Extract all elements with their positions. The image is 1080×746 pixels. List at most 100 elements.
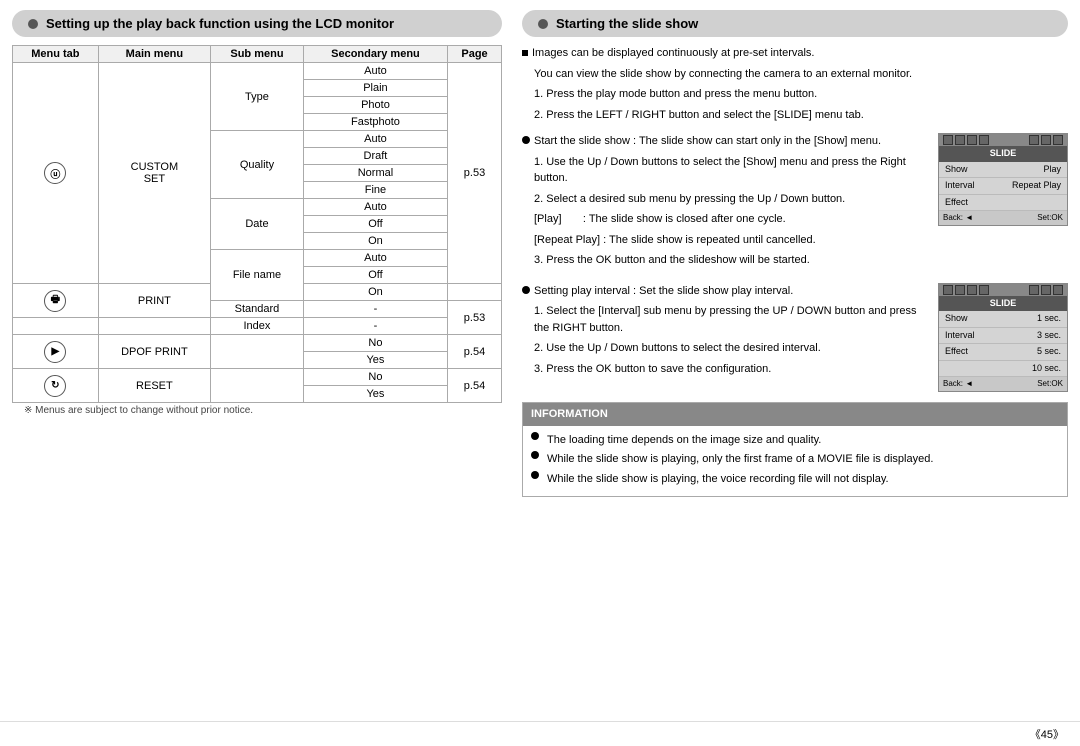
interval-step-3: 3. Press the OK button to save the confi… bbox=[522, 361, 930, 378]
ui-icon-img2 bbox=[967, 285, 977, 295]
right-header-bullet bbox=[538, 19, 548, 29]
slide-row-effect-2: Effect 5 sec. bbox=[939, 344, 1067, 361]
section-start-row: Start the slide show : The slide show ca… bbox=[522, 133, 1068, 273]
table-row: Index - bbox=[13, 318, 502, 335]
information-body: The loading time depends on the image si… bbox=[523, 426, 1067, 497]
col-sub-menu: Sub menu bbox=[211, 46, 304, 63]
info-bullet-1 bbox=[531, 432, 539, 440]
start-step-1: 1. Use the Up / Down buttons to select t… bbox=[522, 154, 930, 187]
circle-bullet-2 bbox=[522, 286, 530, 294]
col-secondary-menu: Secondary menu bbox=[303, 46, 447, 63]
col-main-menu: Main menu bbox=[98, 46, 210, 63]
ui-icon-prev2 bbox=[1029, 285, 1039, 295]
page-print: p.53 bbox=[448, 301, 502, 335]
square-bullet-1 bbox=[522, 50, 528, 56]
left-header-bullet bbox=[28, 19, 38, 29]
ui-icon-play bbox=[1041, 135, 1051, 145]
secondary-auto-1: Auto bbox=[303, 63, 447, 80]
menu-table: Menu tab Main menu Sub menu Secondary me… bbox=[12, 45, 502, 403]
main-custom: CUSTOMSET bbox=[98, 63, 210, 284]
ui-icon-img bbox=[967, 135, 977, 145]
ui-icon-spk bbox=[979, 135, 989, 145]
secondary-auto-2: Auto bbox=[303, 131, 447, 148]
slide-value-interval-1: Repeat Play bbox=[1012, 179, 1061, 193]
intro-line-1: Images can be displayed continuously at … bbox=[522, 45, 1068, 62]
secondary-yes-1: Yes bbox=[303, 352, 447, 369]
intro-line-2: You can view the slide show by connectin… bbox=[522, 66, 1068, 83]
secondary-auto-3: Auto bbox=[303, 199, 447, 216]
secondary-no-1: No bbox=[303, 335, 447, 352]
start-repeat-desc: [Repeat Play] : The slide show is repeat… bbox=[522, 232, 930, 249]
dpof-icon: ▶ bbox=[44, 341, 66, 363]
icon-cell-dpof: ▶ bbox=[13, 335, 99, 369]
intro-step-1: 1. Press the play mode button and press … bbox=[522, 86, 1068, 103]
icon-cell-print: 🖶 bbox=[13, 284, 99, 318]
slide-row-effect-1: Effect bbox=[939, 195, 1067, 212]
slide-ui-1: SLIDE Show Play Interval Repeat Play bbox=[938, 133, 1068, 226]
secondary-no-2: No bbox=[303, 369, 447, 386]
secondary-yes-2: Yes bbox=[303, 386, 447, 403]
main-reset: RESET bbox=[98, 369, 210, 403]
page-footer: 《45》 bbox=[0, 721, 1080, 746]
slide-ok-2: Set:OK bbox=[1037, 378, 1063, 390]
secondary-draft: Draft bbox=[303, 148, 447, 165]
slide-ui-1-title: SLIDE bbox=[939, 146, 1067, 162]
sub-type: Type bbox=[211, 63, 304, 131]
start-step-3: 3. Press the OK button and the slideshow… bbox=[522, 252, 930, 269]
slide-value-show-2: 1 sec. bbox=[1037, 312, 1061, 326]
slide-ui-1-footer: Back: ◄ Set:OK bbox=[939, 211, 1067, 225]
information-title: INFORMATION bbox=[523, 403, 1067, 426]
sub-index: Index bbox=[211, 318, 304, 335]
info-text-1: The loading time depends on the image si… bbox=[547, 432, 821, 450]
secondary-on-2: On bbox=[303, 284, 447, 301]
ui-icon-spk2 bbox=[979, 285, 989, 295]
col-menu-tab: Menu tab bbox=[13, 46, 99, 63]
secondary-on-1: On bbox=[303, 233, 447, 250]
sub-standard: Standard bbox=[211, 301, 304, 318]
info-item-1: The loading time depends on the image si… bbox=[531, 432, 1059, 450]
secondary-fastphoto: Fastphoto bbox=[303, 114, 447, 131]
left-panel: Setting up the play back function using … bbox=[12, 10, 502, 711]
ui-icon-vid bbox=[955, 135, 965, 145]
main-print: PRINT bbox=[98, 284, 210, 318]
section-interval-text: Setting play interval : Set the slide sh… bbox=[522, 283, 930, 382]
page-empty-1 bbox=[448, 284, 502, 301]
sub-quality: Quality bbox=[211, 131, 304, 199]
ui-icon-prev bbox=[1029, 135, 1039, 145]
slide-row-interval-1: Interval Repeat Play bbox=[939, 178, 1067, 195]
slide-ui-1-icons bbox=[943, 135, 989, 145]
slide-back-2: Back: ◄ bbox=[943, 378, 973, 390]
slide-ui-2-body: Show 1 sec. Interval 3 sec. Effect 5 sec… bbox=[939, 311, 1067, 377]
info-text-3: While the slide show is playing, the voi… bbox=[547, 471, 889, 489]
icon-cell-reset: ↻ bbox=[13, 369, 99, 403]
section-start: Start the slide show : The slide show ca… bbox=[522, 133, 1068, 273]
info-text-2: While the slide show is playing, only th… bbox=[547, 451, 933, 469]
slide-value-effect-2: 5 sec. bbox=[1037, 345, 1061, 359]
ui-icon-vid2 bbox=[955, 285, 965, 295]
slide-value-show-1: Play bbox=[1043, 163, 1061, 177]
secondary-dash-2: - bbox=[303, 318, 447, 335]
secondary-plain: Plain bbox=[303, 80, 447, 97]
secondary-auto-4: Auto bbox=[303, 250, 447, 267]
information-box: INFORMATION The loading time depends on … bbox=[522, 402, 1068, 497]
slide-label-effect-2: Effect bbox=[945, 345, 968, 359]
slide-back-1: Back: ◄ bbox=[943, 212, 973, 224]
section-interval: Setting play interval : Set the slide sh… bbox=[522, 283, 1068, 393]
secondary-normal: Normal bbox=[303, 165, 447, 182]
main-dpof: DPOF PRINT bbox=[98, 335, 210, 369]
ui-icon-cam bbox=[943, 135, 953, 145]
interval-intro: Setting play interval : Set the slide sh… bbox=[522, 283, 930, 300]
table-row: ▶ DPOF PRINT No p.54 bbox=[13, 335, 502, 352]
footnote: ※ Menus are subject to change without pr… bbox=[12, 403, 502, 418]
slide-ui-2-nav bbox=[1029, 285, 1063, 295]
icon-cell-print2 bbox=[13, 318, 99, 335]
slide-label-show-2: Show bbox=[945, 312, 968, 326]
custom-icon: ⓤ bbox=[44, 162, 66, 184]
right-section-header: Starting the slide show bbox=[522, 10, 1068, 37]
slide-row-interval-2: Interval 3 sec. bbox=[939, 328, 1067, 345]
info-bullet-2 bbox=[531, 451, 539, 459]
page-dpof: p.54 bbox=[448, 335, 502, 369]
ui-icon-play2 bbox=[1041, 285, 1051, 295]
secondary-photo: Photo bbox=[303, 97, 447, 114]
slide-ui-2-icons bbox=[943, 285, 989, 295]
